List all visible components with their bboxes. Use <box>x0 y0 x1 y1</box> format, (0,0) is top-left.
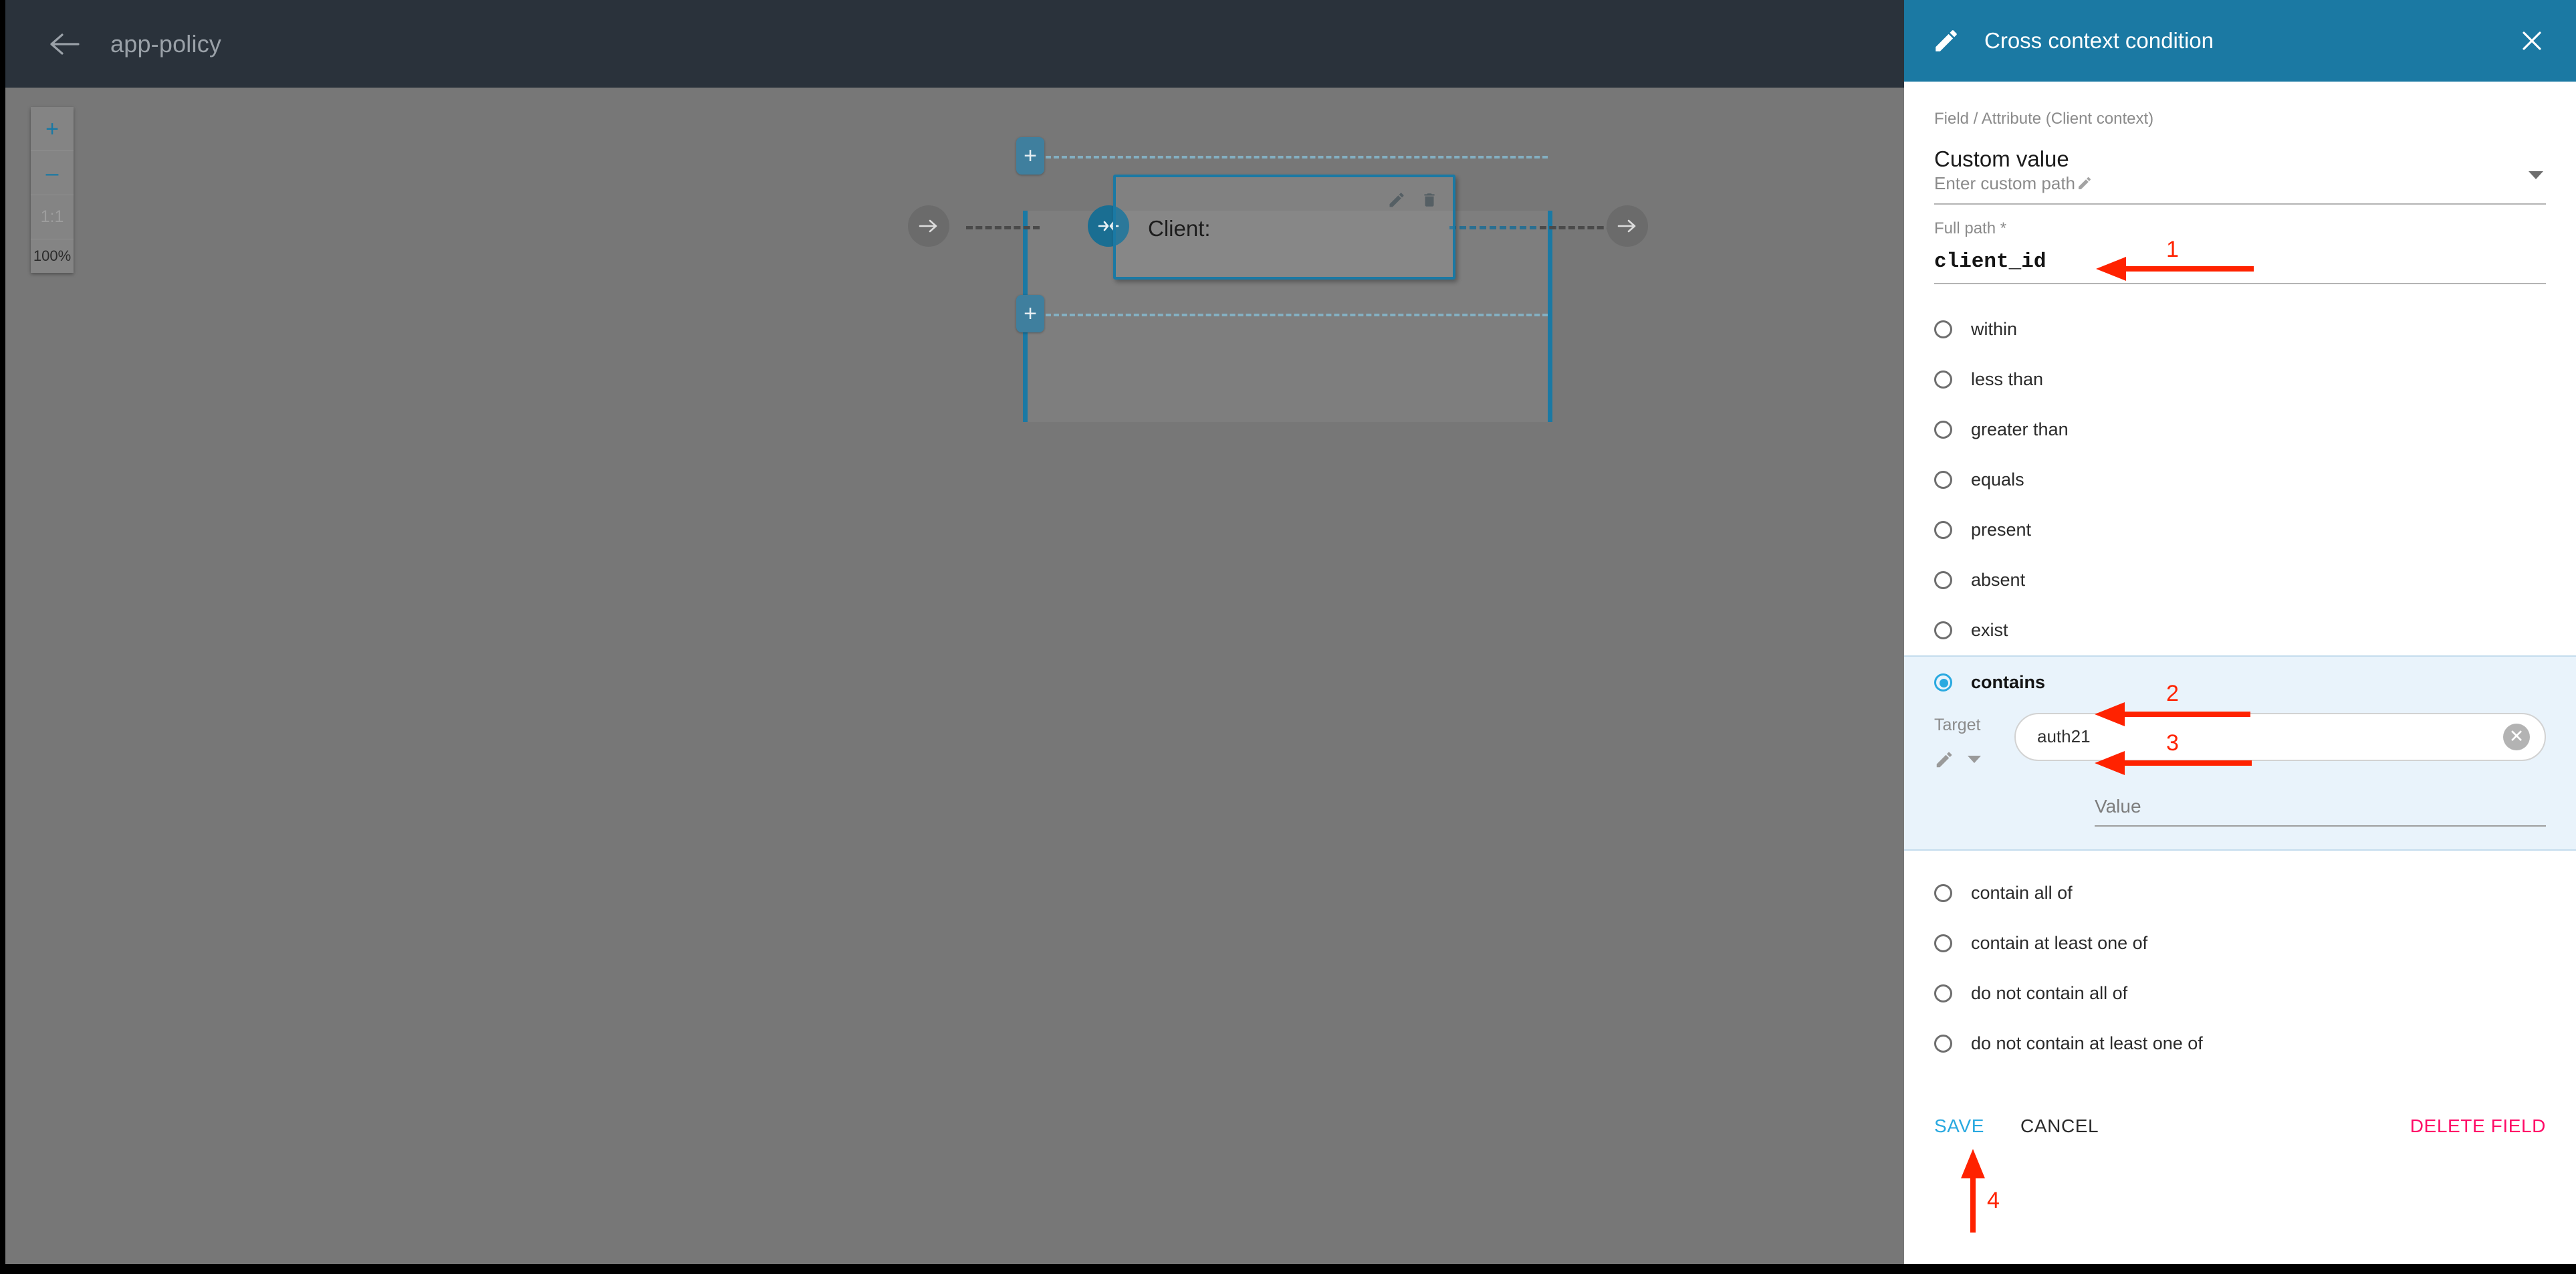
operator-option-within[interactable]: within <box>1904 304 2576 354</box>
close-icon[interactable] <box>2520 29 2544 53</box>
chevron-down-icon[interactable] <box>1968 756 1981 764</box>
node-tool-group <box>1387 191 1438 213</box>
selected-operator-block: contains Target auth21 ✕ Value <box>1904 655 2576 851</box>
operator-option-exist[interactable]: exist <box>1904 605 2576 655</box>
target-row: Target auth21 ✕ Value <box>1904 709 2576 827</box>
radio-icon-selected <box>1934 673 1952 692</box>
page-title: app-policy <box>110 29 222 58</box>
policy-diagram-canvas[interactable]: + + Client: <box>5 88 1904 1264</box>
panel-body: Field / Attribute (Client context) Custo… <box>1904 82 2576 1264</box>
operator-option-less-than[interactable]: less than <box>1904 354 2576 405</box>
add-step-button-top[interactable]: + <box>1016 137 1044 175</box>
top-app-bar: app-policy <box>5 0 1904 88</box>
operator-label: contains <box>1971 672 2046 693</box>
operator-option-contain-at-least-one-of[interactable]: contain at least one of <box>1904 918 2576 968</box>
dashed-connector-entry <box>966 226 1040 229</box>
full-path-label: Full path * <box>1934 219 2007 237</box>
radio-icon <box>1934 420 1952 439</box>
radio-icon <box>1934 570 1952 589</box>
pencil-icon <box>1932 27 1960 55</box>
operator-option-contain-all-of[interactable]: contain all of <box>1904 868 2576 918</box>
dashed-connector-top <box>1030 156 1548 158</box>
operator-option-do-not-contain-at-least-one-of[interactable]: do not contain at least one of <box>1904 1019 2576 1069</box>
client-condition-node[interactable]: Client: <box>1113 175 1455 280</box>
panel-title: Cross context condition <box>1984 28 2214 53</box>
target-right-column: auth21 ✕ Value <box>2014 712 2546 827</box>
operator-label: absent <box>1971 569 2026 590</box>
operator-label: do not contain all of <box>1971 982 2128 1003</box>
target-label: Target <box>1934 715 1981 734</box>
panel-header: Cross context condition <box>1904 0 2576 82</box>
operator-list-after: contain all of contain at least one of d… <box>1904 868 2576 1069</box>
operator-label: exist <box>1971 619 2008 640</box>
operator-option-greater-than[interactable]: greater than <box>1904 405 2576 455</box>
trash-icon[interactable] <box>1421 191 1438 213</box>
operator-label: equals <box>1971 469 2024 490</box>
delete-field-button[interactable]: DELETE FIELD <box>2410 1116 2546 1137</box>
radio-icon <box>1934 1034 1952 1053</box>
operator-label: within <box>1971 318 2018 339</box>
cross-context-condition-panel: Cross context condition Field / Attribut… <box>1904 0 2576 1264</box>
radio-icon <box>1934 320 1952 338</box>
operator-option-equals[interactable]: equals <box>1904 455 2576 505</box>
clear-circle-icon[interactable]: ✕ <box>2503 723 2530 750</box>
flow-end-node[interactable] <box>1607 205 1648 247</box>
field-attribute-subvalue-row: Enter custom path <box>1934 173 2093 194</box>
operator-option-contains[interactable]: contains <box>1904 657 2576 709</box>
field-attribute-label: Field / Attribute (Client context) <box>1934 110 2154 128</box>
operator-label: contain all of <box>1971 882 2073 903</box>
panel-action-row: SAVE CANCEL DELETE FIELD <box>1904 1116 2576 1137</box>
radio-icon <box>1934 934 1952 952</box>
save-button[interactable]: SAVE <box>1934 1116 1984 1137</box>
cancel-button[interactable]: CANCEL <box>2020 1116 2099 1137</box>
field-attribute-select[interactable]: Custom value Enter custom path <box>1934 146 2546 205</box>
operator-option-do-not-contain-all-of[interactable]: do not contain all of <box>1904 968 2576 1019</box>
radio-icon <box>1934 883 1952 902</box>
operator-option-absent[interactable]: absent <box>1904 555 2576 605</box>
pencil-icon[interactable] <box>2077 175 2093 191</box>
operator-label: less than <box>1971 368 2044 389</box>
target-tool-group <box>1934 750 2014 770</box>
operator-label: greater than <box>1971 419 2069 439</box>
value-placeholder: Value <box>2095 795 2141 817</box>
target-input[interactable]: auth21 ✕ <box>2014 712 2546 761</box>
dashed-connector-exit <box>1540 226 1613 229</box>
target-left-column: Target <box>1934 713 2014 770</box>
flow-start-node[interactable] <box>908 205 949 247</box>
dashed-connector-bottom <box>1030 314 1548 316</box>
operator-label: present <box>1971 519 2032 540</box>
radio-icon <box>1934 520 1952 539</box>
chevron-down-icon[interactable] <box>2529 171 2543 179</box>
operator-option-present[interactable]: present <box>1904 505 2576 555</box>
pencil-icon[interactable] <box>1934 750 1954 770</box>
operator-label: do not contain at least one of <box>1971 1033 2203 1053</box>
field-attribute-subvalue: Enter custom path <box>1934 173 2075 193</box>
radio-icon <box>1934 621 1952 639</box>
field-attribute-block: Field / Attribute (Client context) Custo… <box>1904 82 2576 205</box>
radio-icon <box>1934 470 1952 489</box>
back-arrow-icon[interactable] <box>35 33 96 56</box>
operator-list-before: within less than greater than equals pre… <box>1904 304 2576 655</box>
value-input[interactable]: Value <box>2095 796 2546 827</box>
add-step-button-bottom[interactable]: + <box>1016 295 1044 332</box>
pencil-icon[interactable] <box>1387 191 1406 213</box>
operator-label: contain at least one of <box>1971 932 2148 953</box>
full-path-block: Full path * client_id <box>1904 205 2576 284</box>
full-path-input[interactable]: client_id <box>1934 250 2546 284</box>
target-chip-value: auth21 <box>2037 726 2091 747</box>
client-node-label: Client: <box>1148 216 1211 241</box>
screenshot-root: app-policy + – 1:1 100% + + Client: Cros… <box>0 0 2576 1274</box>
radio-icon <box>1934 370 1952 389</box>
lane-bar-right <box>1548 211 1552 422</box>
field-attribute-value: Custom value <box>1934 146 2069 171</box>
application-window: app-policy + – 1:1 100% + + Client: Cros… <box>5 0 2576 1264</box>
radio-icon <box>1934 984 1952 1002</box>
